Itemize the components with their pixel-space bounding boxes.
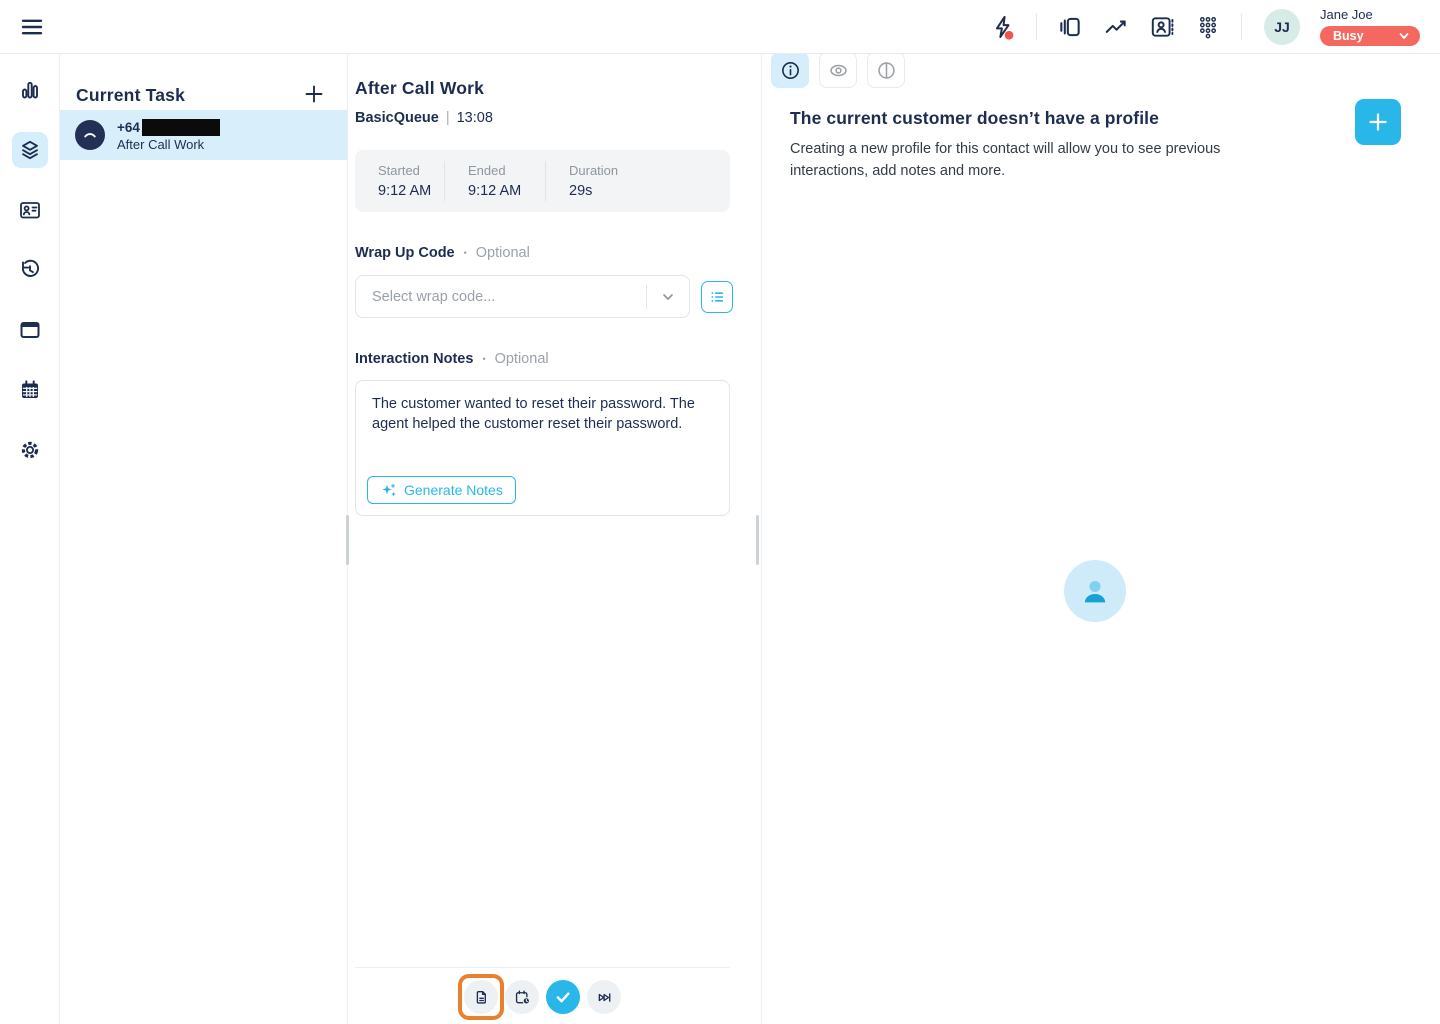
task-phone-number: +64 (117, 119, 220, 136)
wrap-up-code-label-row: Wrap Up Code • Optional (355, 245, 761, 261)
user-info: Jane Joe Busy (1320, 7, 1420, 46)
wrap-code-select[interactable] (355, 275, 690, 318)
nav-history-icon[interactable] (12, 252, 48, 288)
task-text: +64 After Call Work (117, 119, 220, 152)
tab-split-view-icon[interactable] (867, 52, 905, 88)
task-status-label: After Call Work (117, 137, 220, 152)
task-list-item[interactable]: +64 After Call Work (60, 110, 347, 160)
profile-placeholder-avatar (1064, 560, 1126, 622)
generate-notes-button[interactable]: Generate Notes (367, 476, 516, 504)
wrap-code-select-input[interactable] (356, 289, 646, 305)
schedule-callback-button[interactable] (505, 980, 539, 1014)
task-duration-clock: 13:08 (457, 110, 493, 126)
interaction-notes-box: The customer wanted to reset their passw… (355, 380, 730, 516)
topbar-actions: JJ Jane Joe Busy (990, 7, 1440, 46)
wrap-up-code-label: Wrap Up Code (355, 245, 455, 261)
after-call-work-panel: After Call Work BasicQueue | 13:08 Start… (348, 54, 762, 1024)
flash-notification-icon[interactable] (990, 14, 1016, 40)
wrap-code-list-button[interactable] (701, 281, 733, 313)
plus-icon (1367, 111, 1389, 133)
chevron-down-icon[interactable] (647, 289, 689, 305)
queue-name: BasicQueue (355, 110, 439, 126)
dot-separator: • (464, 248, 467, 258)
scrollbar-thumb[interactable] (346, 515, 349, 565)
status-label: Busy (1333, 29, 1364, 43)
customer-profile-panel: The current customer doesn’t have a prof… (762, 54, 1440, 1024)
empty-state-description: Creating a new profile for this contact … (790, 139, 1262, 183)
complete-task-button[interactable] (546, 980, 580, 1014)
optional-label: Optional (476, 245, 530, 261)
dialpad-icon[interactable] (1195, 14, 1221, 40)
plus-icon (303, 83, 325, 105)
skip-forward-button[interactable] (587, 980, 621, 1014)
empty-state-title: The current customer doesn’t have a prof… (790, 108, 1262, 129)
tasks-panel-title: Current Task (76, 85, 185, 106)
status-selector[interactable]: Busy (1320, 26, 1420, 46)
task-action-bar (464, 980, 621, 1014)
divider (1241, 14, 1242, 40)
call-stats-card: Started 9:12 AM Ended 9:12 AM Duration 2… (355, 150, 730, 212)
nav-tasks-icon[interactable] (12, 132, 48, 168)
task-detail-title: After Call Work (355, 78, 761, 99)
metrics-trend-icon[interactable] (1103, 14, 1129, 40)
optional-label: Optional (495, 351, 549, 367)
current-task-panel: Current Task +64 After Call Work (60, 54, 348, 1024)
nav-contact-card-icon[interactable] (12, 192, 48, 228)
person-icon (1077, 573, 1113, 609)
nav-calendar-icon[interactable] (12, 372, 48, 408)
nav-settings-gear-icon[interactable] (12, 432, 48, 468)
divider (1036, 14, 1037, 40)
user-name: Jane Joe (1320, 7, 1420, 22)
dot-separator: • (482, 354, 485, 364)
task-detail-subtitle: BasicQueue | 13:08 (355, 110, 761, 126)
tab-info-icon[interactable] (771, 52, 809, 88)
nav-analytics-icon[interactable] (12, 72, 48, 108)
call-ended-phone-icon (75, 120, 105, 150)
profile-tabs (762, 52, 1440, 88)
scrollbar-thumb[interactable] (756, 515, 759, 565)
subtitle-separator: | (446, 110, 450, 126)
layout-panels-icon[interactable] (1057, 14, 1083, 40)
left-nav-rail (0, 54, 60, 1024)
tasks-header: Current Task (60, 54, 347, 110)
hamburger-menu-icon[interactable] (16, 11, 48, 43)
tab-preview-eye-icon[interactable] (819, 52, 857, 88)
create-profile-button[interactable] (1355, 99, 1401, 145)
profile-empty-state: The current customer doesn’t have a prof… (762, 88, 1440, 183)
wrap-up-code-row (355, 275, 761, 318)
top-bar: JJ Jane Joe Busy (0, 0, 1440, 54)
nav-browser-window-icon[interactable] (12, 312, 48, 348)
interaction-notes-textarea[interactable]: The customer wanted to reset their passw… (356, 381, 729, 459)
add-task-button[interactable] (303, 83, 325, 108)
contact-book-icon[interactable] (1149, 14, 1175, 40)
avatar-initials: JJ (1274, 19, 1290, 35)
bullet-list-icon (707, 287, 727, 307)
interaction-notes-label-row: Interaction Notes • Optional (355, 351, 761, 367)
stat-duration: Duration 29s (546, 163, 618, 199)
empty-state-text: The current customer doesn’t have a prof… (790, 108, 1262, 183)
user-avatar[interactable]: JJ (1264, 9, 1300, 45)
interaction-notes-document-button[interactable] (464, 980, 498, 1014)
stat-started: Started 9:12 AM (355, 163, 444, 199)
divider (355, 967, 730, 968)
redacted-phone-number (142, 119, 220, 136)
chevron-down-icon (1397, 29, 1411, 43)
sparkle-icon (380, 482, 397, 499)
stat-ended: Ended 9:12 AM (445, 163, 545, 199)
interaction-notes-label: Interaction Notes (355, 351, 473, 367)
check-icon (554, 988, 572, 1006)
